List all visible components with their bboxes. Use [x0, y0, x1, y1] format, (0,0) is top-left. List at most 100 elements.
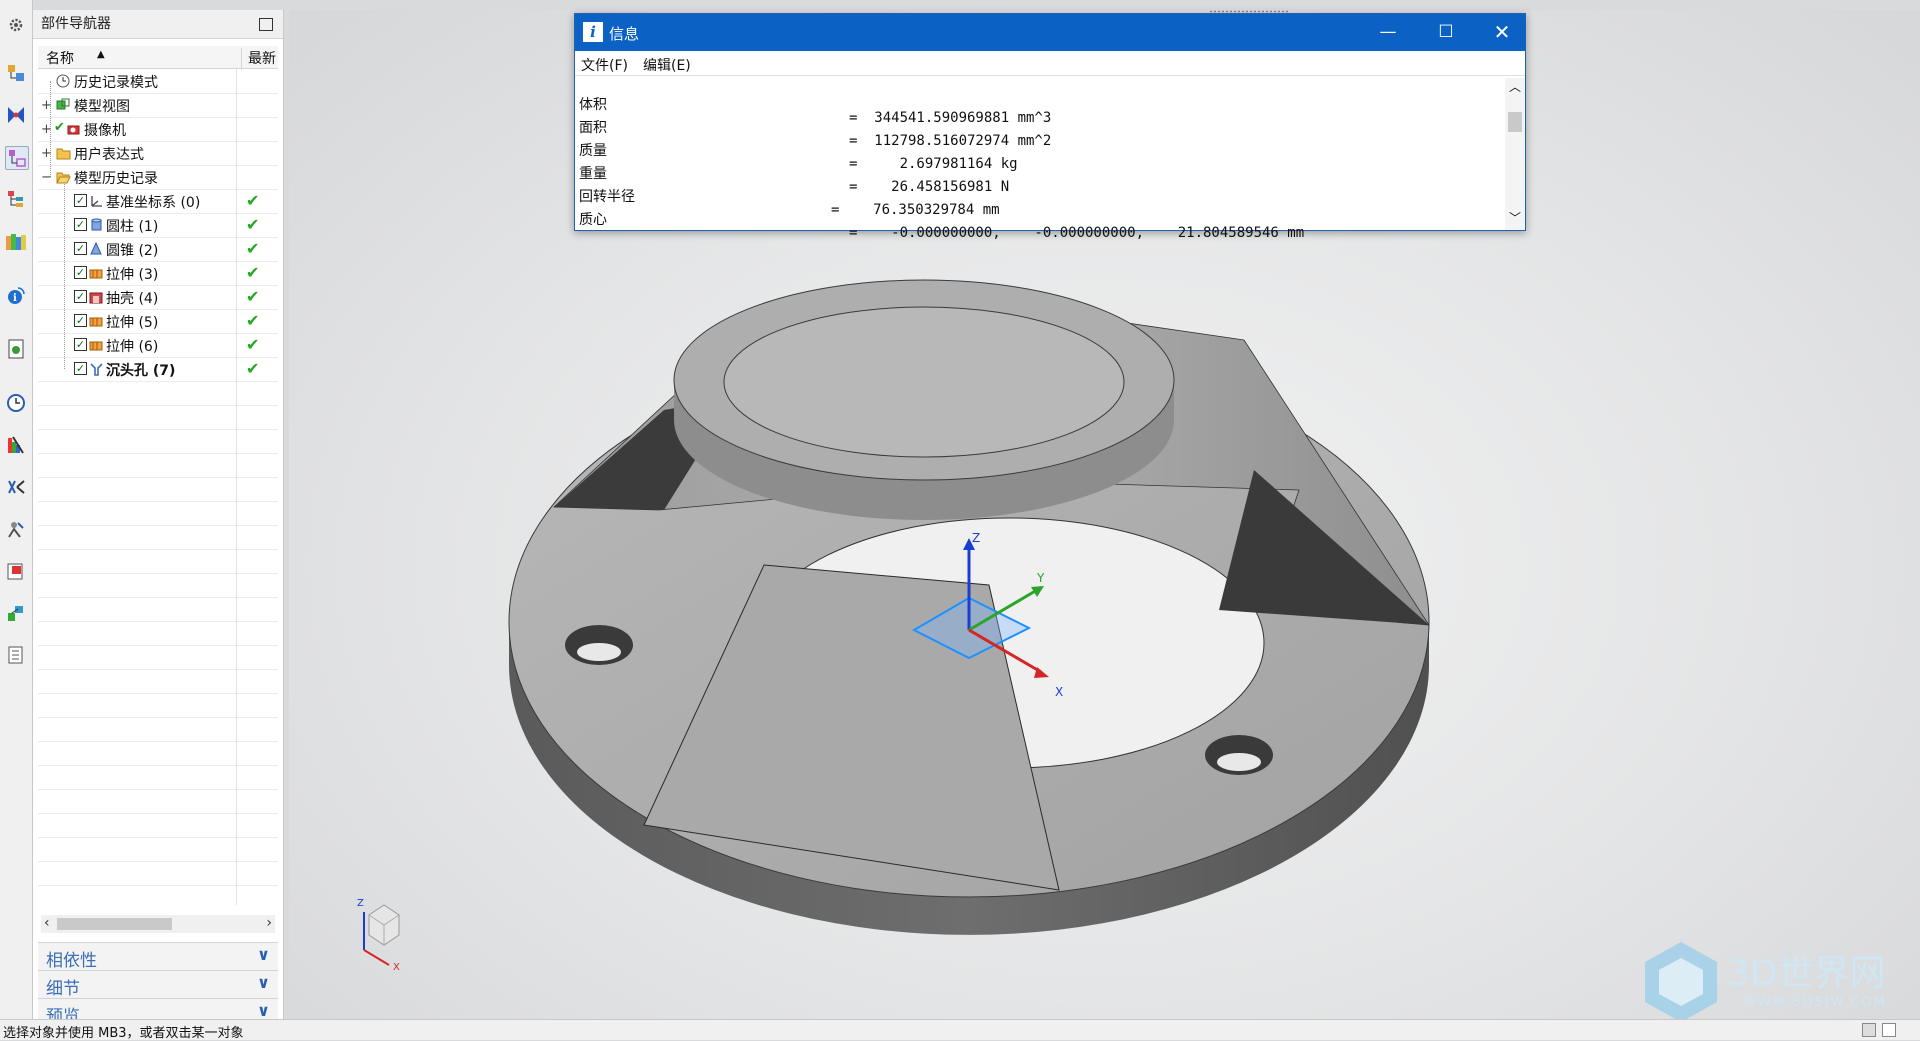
tree-node-feature[interactable]: ✓ 拉伸 (6) ✔ — [38, 333, 278, 358]
section-preview[interactable]: 预览 ∨ — [38, 998, 278, 1027]
feature-checkbox[interactable]: ✓ — [74, 290, 87, 303]
tree-node-feature[interactable]: ✓ 圆柱 (1) ✔ — [38, 213, 278, 238]
status-filter-icon[interactable] — [1862, 1023, 1876, 1037]
tree-node-label: 圆柱 (1) — [106, 219, 159, 235]
feature-checkbox[interactable]: ✓ — [74, 194, 87, 207]
scroll-down-icon[interactable]: ﹀ — [1509, 209, 1521, 226]
scrollbar-thumb[interactable] — [57, 918, 172, 930]
tree-node-history-mode[interactable]: 历史记录模式 — [38, 69, 278, 94]
info-line-centroid: 质心 = -0.000000000, -0.000000000, 21.8045… — [579, 193, 1304, 241]
feature-checkbox[interactable]: ✓ — [74, 218, 87, 231]
role-icon[interactable] — [5, 518, 27, 540]
feature-checkbox[interactable]: ✓ — [74, 314, 87, 327]
empty-tree-row — [38, 813, 278, 838]
horizontal-scrollbar[interactable]: ‹ › — [41, 915, 275, 933]
web-browser-icon[interactable] — [5, 338, 27, 360]
tree-node-model-history[interactable]: − 模型历史记录 — [38, 165, 278, 190]
tree-node-label: 拉伸 (5) — [106, 315, 159, 331]
countersunk-hole-icon — [89, 362, 103, 376]
gear-icon[interactable] — [5, 14, 27, 36]
menu-file[interactable]: 文件(F) — [581, 55, 628, 75]
constraint-navigator-icon[interactable] — [5, 104, 27, 126]
maximize-button[interactable]: ☐ — [1431, 20, 1461, 44]
scroll-right-icon[interactable]: › — [266, 915, 272, 931]
reuse-library-icon[interactable] — [5, 230, 27, 252]
status-window-icon[interactable] — [1882, 1023, 1896, 1037]
up-to-date-check-icon: ✔ — [246, 335, 260, 354]
history-icon[interactable] — [5, 392, 27, 414]
tree-node-feature[interactable]: ✓ 拉伸 (3) ✔ — [38, 261, 278, 286]
view-triad-z-label: Z — [357, 898, 364, 909]
shell-icon — [89, 290, 103, 304]
info-value: = 344541.590969881 mm^3 — [849, 110, 1052, 126]
extrude-icon — [89, 314, 103, 328]
hd3d-tools-icon[interactable]: i — [5, 284, 27, 306]
tree-node-camera[interactable]: + ✔ 摄像机 — [38, 117, 278, 142]
tree-node-feature[interactable]: ✓ 抽壳 (4) ✔ — [38, 285, 278, 310]
info-vertical-scrollbar[interactable]: ︿ ﹀ — [1505, 78, 1525, 230]
column-header: 名称 ▲ 最新 — [38, 46, 278, 70]
info-value: = 26.458156981 N — [849, 179, 1010, 195]
tree-node-user-expressions[interactable]: + 用户表达式 — [38, 141, 278, 166]
info-title: 信息 — [609, 25, 640, 43]
view-triad[interactable]: Z X — [349, 890, 419, 970]
dependency-icon[interactable] — [5, 188, 27, 210]
empty-tree-row — [38, 405, 278, 430]
system-materials-icon[interactable] — [5, 560, 27, 582]
close-button[interactable]: ✕ — [1487, 20, 1517, 44]
assembly-navigator-icon[interactable] — [5, 62, 27, 84]
column-name-header[interactable]: 名称 — [46, 48, 74, 68]
empty-tree-row — [38, 477, 278, 502]
tree-node-feature[interactable]: ✓ 沉头孔 (7) ✔ — [38, 357, 278, 382]
info-value: = 76.350329784 mm — [831, 202, 1000, 218]
column-latest-header[interactable]: 最新 — [241, 48, 276, 70]
scrollbar-thumb[interactable] — [1508, 112, 1522, 132]
section-details[interactable]: 细节 ∨ — [38, 970, 278, 999]
chevron-down-icon: ∨ — [257, 945, 270, 964]
feature-checkbox[interactable]: ✓ — [74, 338, 87, 351]
info-titlebar[interactable]: i 信息 — ☐ ✕ — [575, 14, 1525, 51]
expand-icon[interactable]: + — [41, 98, 52, 113]
process-studio-icon[interactable] — [5, 434, 27, 456]
minimize-button[interactable]: — — [1373, 20, 1403, 44]
feature-checkbox[interactable]: ✓ — [74, 362, 87, 375]
tree-node-label: 圆锥 (2) — [106, 243, 159, 259]
empty-tree-row — [38, 501, 278, 526]
feature-checkbox[interactable]: ✓ — [74, 266, 87, 279]
expand-icon[interactable]: + — [41, 122, 52, 137]
info-key: 质心 — [579, 212, 607, 228]
triad-x-label: X — [1055, 685, 1063, 699]
tree-node-feature[interactable]: ✓ 圆锥 (2) ✔ — [38, 237, 278, 262]
menu-edit[interactable]: 编辑(E) — [643, 55, 691, 75]
part-navigator-panel: 部件导航器 名称 ▲ 最新 历史记录模式 + 模型视图 + ✔ 摄像机 + 用户… — [33, 10, 284, 1027]
collapse-icon[interactable]: − — [41, 170, 52, 185]
up-to-date-check-icon: ✔ — [246, 215, 260, 234]
expand-icon[interactable]: + — [41, 146, 52, 161]
scroll-left-icon[interactable]: ‹ — [44, 915, 50, 931]
roles-library-icon[interactable] — [5, 644, 27, 666]
info-text-area[interactable]: 体积 = 344541.590969881 mm^3 面积 = 112798.5… — [579, 78, 1503, 241]
maximize-panel-button[interactable] — [259, 18, 273, 31]
up-to-date-check-icon: ✔ — [246, 287, 260, 306]
svg-text:3D世界网: 3D世界网 — [1727, 953, 1886, 994]
tree-node-feature[interactable]: ✓ 拉伸 (5) ✔ — [38, 309, 278, 334]
part-navigator-icon[interactable] — [5, 146, 29, 170]
info-line-radius-gyration: 回转半径 = 76.350329784 mm — [579, 170, 1000, 218]
folder-open-icon — [56, 170, 71, 184]
tree-node-model-views[interactable]: + 模型视图 — [38, 93, 278, 118]
empty-tree-row — [38, 789, 278, 814]
navigator-tree: 历史记录模式 + 模型视图 + ✔ 摄像机 + 用户表达式 − 模型历史记录 ✓… — [38, 69, 278, 905]
empty-tree-row — [38, 621, 278, 646]
section-label: 细节 — [46, 979, 80, 999]
view-triad-x-label: X — [393, 962, 400, 970]
tree-node-feature[interactable]: ✓ 基准坐标系 (0) ✔ — [38, 189, 278, 214]
manufacturing-wizard-icon[interactable] — [5, 476, 27, 498]
section-dependencies[interactable]: 相依性 ∨ — [38, 942, 278, 971]
model-views-icon — [56, 98, 70, 112]
information-window[interactable]: i 信息 — ☐ ✕ 文件(F) 编辑(E) 体积 = 344541.59096… — [574, 13, 1526, 241]
scroll-up-icon[interactable]: ︿ — [1509, 78, 1521, 95]
chevron-down-icon: ∨ — [257, 973, 270, 992]
feature-checkbox[interactable]: ✓ — [74, 242, 87, 255]
palette-icon[interactable] — [5, 602, 27, 624]
tree-node-label: 基准坐标系 (0) — [106, 195, 201, 211]
